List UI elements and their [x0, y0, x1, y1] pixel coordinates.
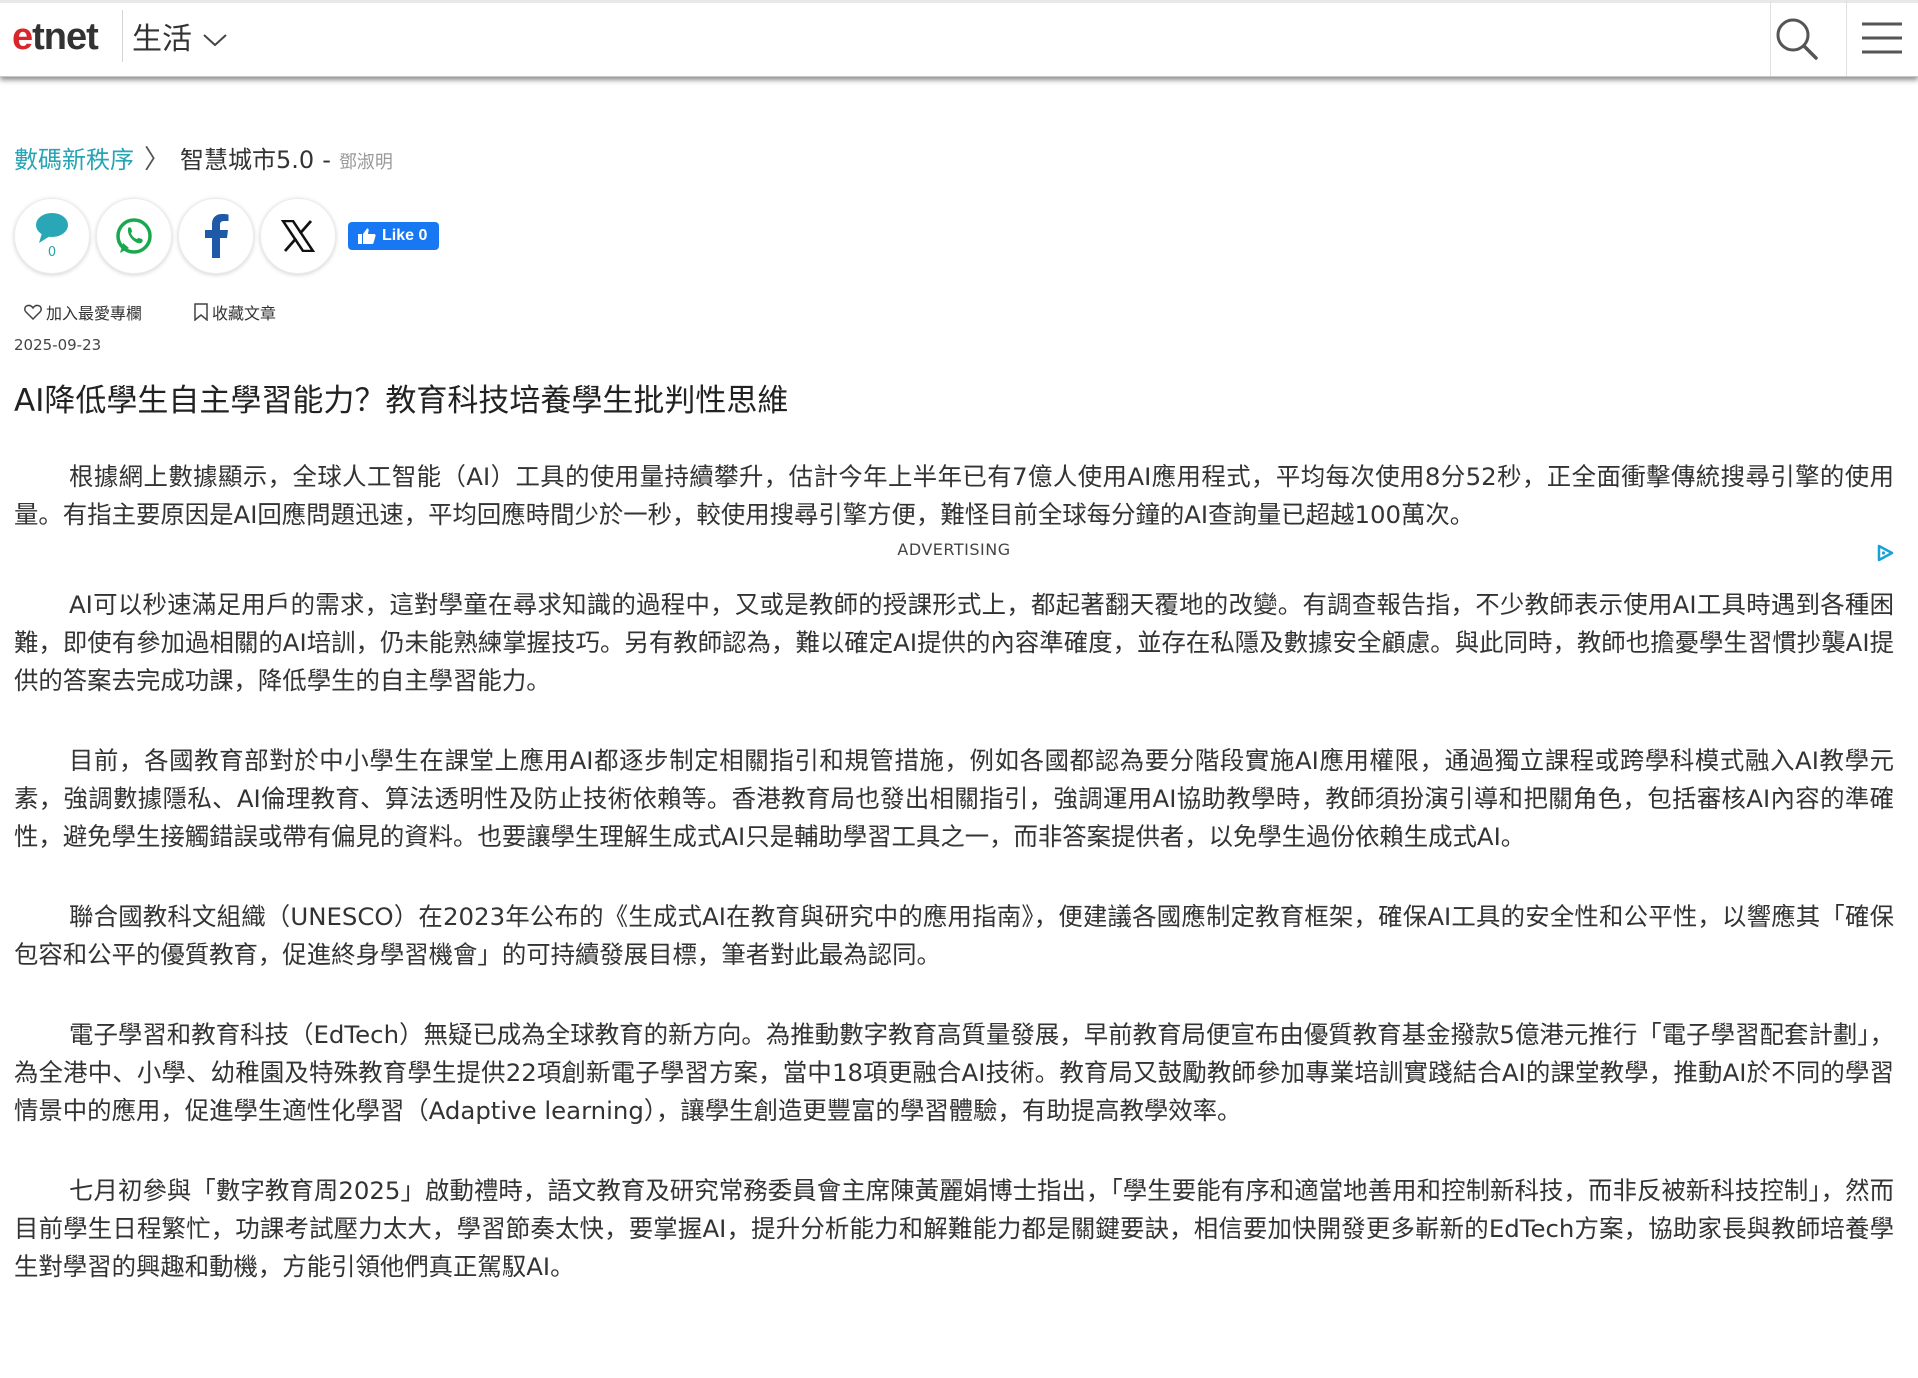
whatsapp-icon	[116, 218, 152, 254]
advertising-slot: ADVERTISING	[14, 536, 1894, 580]
add-favorite-column-button[interactable]: 加入最愛專欄	[24, 300, 142, 324]
hamburger-menu-button[interactable]	[1858, 18, 1906, 60]
comment-count: 0	[47, 245, 57, 260]
x-logo-icon	[281, 220, 315, 252]
header-divider	[1846, 0, 1847, 76]
breadcrumb-dash: -	[322, 146, 331, 174]
facebook-like-label: Like 0	[382, 227, 428, 244]
article-paragraph: AI可以秒速滿足用戶的需求，這對學童在尋求知識的過程中，又或是教師的授課形式上，…	[14, 590, 1894, 695]
article-actions: 加入最愛專欄 收藏文章	[24, 300, 276, 324]
add-favorite-column-label: 加入最愛專欄	[46, 304, 143, 323]
search-icon	[1776, 18, 1818, 60]
top-header: etnet 生活	[0, 0, 1918, 77]
x-share-button[interactable]	[260, 198, 336, 274]
bookmark-icon	[194, 303, 208, 321]
share-bar: 0 Like 0	[14, 198, 440, 274]
adchoices-button[interactable]	[1876, 544, 1894, 566]
comment-icon	[36, 213, 68, 243]
header-top-line	[0, 0, 1918, 3]
facebook-like-button[interactable]: Like 0	[348, 222, 440, 250]
article-paragraph: 七月初參與「數字教育周2025」啟動禮時，語文教育及研究常務委員會主席陳黃麗娟博…	[14, 1176, 1894, 1281]
thumbs-up-icon	[358, 228, 376, 244]
breadcrumb: 數碼新秩序 〉 智慧城市5.0 - 鄧淑明	[14, 143, 393, 180]
section-label: 生活	[132, 22, 192, 57]
adchoices-icon	[1877, 544, 1894, 562]
chevron-down-icon	[203, 34, 227, 47]
article-paragraph: 目前，各國教育部對於中小學生在課堂上應用AI都逐步制定相關指引和規管措施，例如各…	[14, 746, 1894, 851]
breadcrumb-column-link[interactable]: 智慧城市5.0	[180, 143, 314, 177]
breadcrumb-separator: 〉	[144, 145, 171, 175]
article-paragraph: 聯合國教科文組織（UNESCO）在2023年公布的《生成式AI在教育與研究中的應…	[14, 902, 1894, 969]
logo-divider	[122, 10, 123, 62]
whatsapp-share-button[interactable]	[96, 198, 172, 274]
bookmark-article-label: 收藏文章	[212, 304, 277, 323]
section-dropdown[interactable]: 生活	[132, 22, 228, 58]
article-title: AI降低學生自主學習能力？教育科技培養學生批判性思維	[14, 383, 789, 419]
facebook-share-button[interactable]	[178, 198, 254, 274]
etnet-logo[interactable]: etnet	[12, 16, 99, 58]
article-paragraph: 電子學習和教育科技（EdTech）無疑已成為全球教育的新方向。為推動數字教育高質…	[14, 1020, 1894, 1125]
author-name[interactable]: 鄧淑明	[339, 146, 393, 180]
breadcrumb-section-link[interactable]: 數碼新秩序	[14, 143, 134, 177]
search-button[interactable]	[1772, 14, 1822, 64]
advertising-label: ADVERTISING	[897, 540, 1011, 559]
comment-button[interactable]: 0	[14, 198, 90, 274]
article-date: 2025-09-23	[14, 336, 102, 354]
bookmark-article-button[interactable]: 收藏文章	[194, 300, 276, 324]
article-paragraph: 根據網上數據顯示，全球人工智能（AI）工具的使用量持續攀升，估計今年上半年已有7…	[14, 462, 1894, 529]
logo-e: e	[12, 16, 33, 58]
header-divider	[1770, 0, 1771, 76]
hamburger-icon	[1862, 22, 1902, 54]
article-body: 根據網上數據顯示，全球人工智能（AI）工具的使用量持續攀升，估計今年上半年已有7…	[14, 458, 1894, 1286]
facebook-icon	[205, 214, 229, 258]
logo-text: tnet	[32, 16, 99, 58]
heart-icon	[24, 304, 42, 320]
